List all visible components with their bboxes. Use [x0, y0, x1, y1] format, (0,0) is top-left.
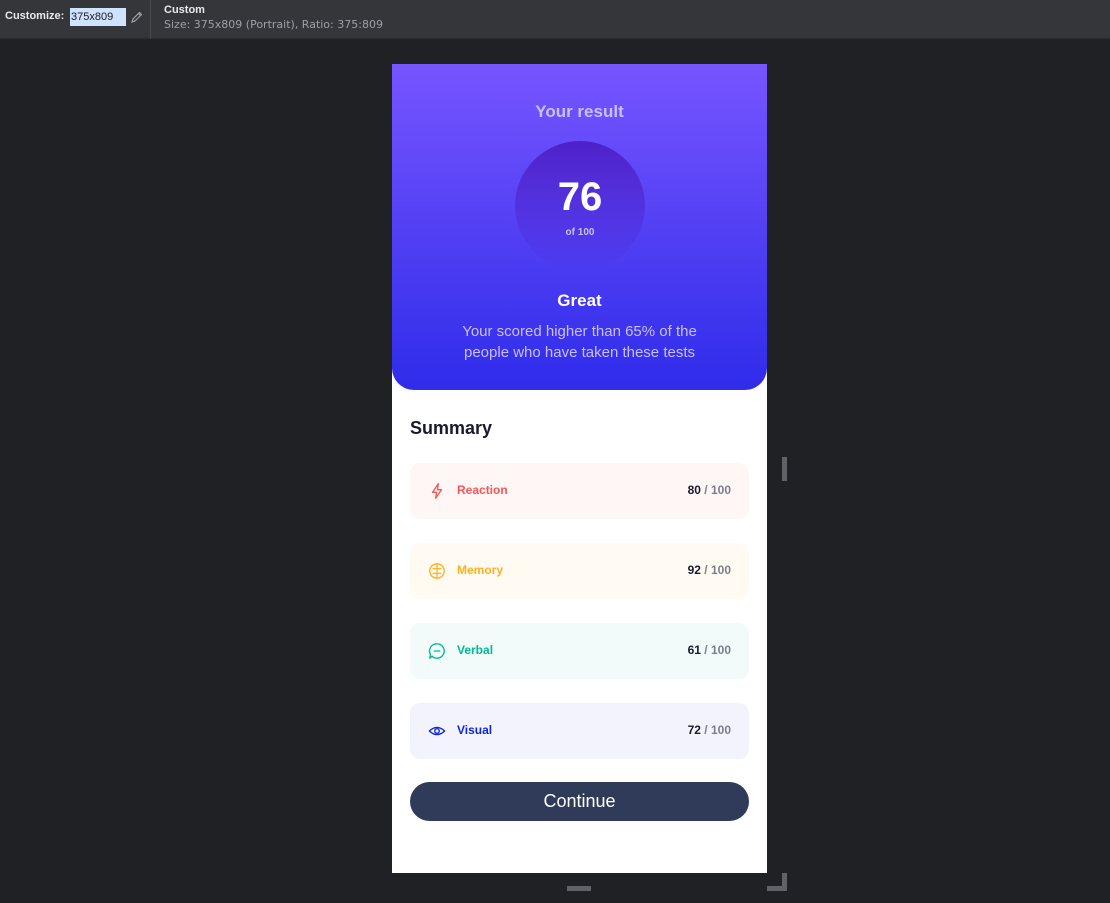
summary-title: Summary: [410, 418, 493, 438]
summary-label: Reaction: [457, 483, 508, 497]
resize-handle-bottom[interactable]: [567, 886, 591, 891]
summary-label: Visual: [457, 723, 493, 737]
customize-label: Customize:: [5, 10, 65, 22]
size-input[interactable]: 375x809: [70, 8, 126, 26]
summary-label: Memory: [457, 563, 504, 577]
score-circle: 76 of 100: [515, 141, 645, 271]
device-title: Custom: [164, 4, 205, 16]
brain-icon: [429, 563, 445, 579]
score-max: of 100: [565, 227, 595, 238]
devtools-toolbar: Customize: 375x809 Custom Size: 375x809 …: [0, 0, 1110, 39]
result-panel: Your result 76 of 100 Great Your scored …: [392, 64, 767, 390]
summary-row-visual: Visual 72 / 100: [410, 703, 749, 759]
result-title: Your result: [535, 102, 624, 121]
lightning-icon: [431, 483, 443, 499]
score-value: 76: [557, 175, 603, 219]
device-viewport: Your result 76 of 100 Great Your scored …: [392, 64, 767, 873]
continue-button[interactable]: Continue: [410, 782, 749, 821]
pencil-icon[interactable]: [130, 10, 144, 24]
resize-handle-corner[interactable]: [767, 886, 787, 891]
grade-label: Great: [557, 291, 602, 310]
summary-score: 72 / 100: [687, 723, 731, 737]
summary-score: 61 / 100: [687, 643, 731, 657]
device-info: Size: 375x809 (Portrait), Ratio: 375:809: [164, 18, 383, 31]
eye-icon: [428, 726, 446, 736]
summary-row-reaction: Reaction 80 / 100: [410, 463, 749, 519]
chat-bubble-icon: [428, 643, 445, 659]
customize-section: Customize: 375x809: [0, 0, 151, 39]
result-description: Your scored higher than 65% of the peopl…: [462, 323, 697, 361]
resize-handle-right[interactable]: [782, 457, 787, 481]
summary-score: 80 / 100: [687, 483, 731, 497]
summary-label: Verbal: [457, 643, 494, 657]
summary-row-memory: Memory 92 / 100: [410, 543, 749, 599]
summary-row-verbal: Verbal 61 / 100: [410, 623, 749, 679]
summary-score: 92 / 100: [687, 563, 731, 577]
